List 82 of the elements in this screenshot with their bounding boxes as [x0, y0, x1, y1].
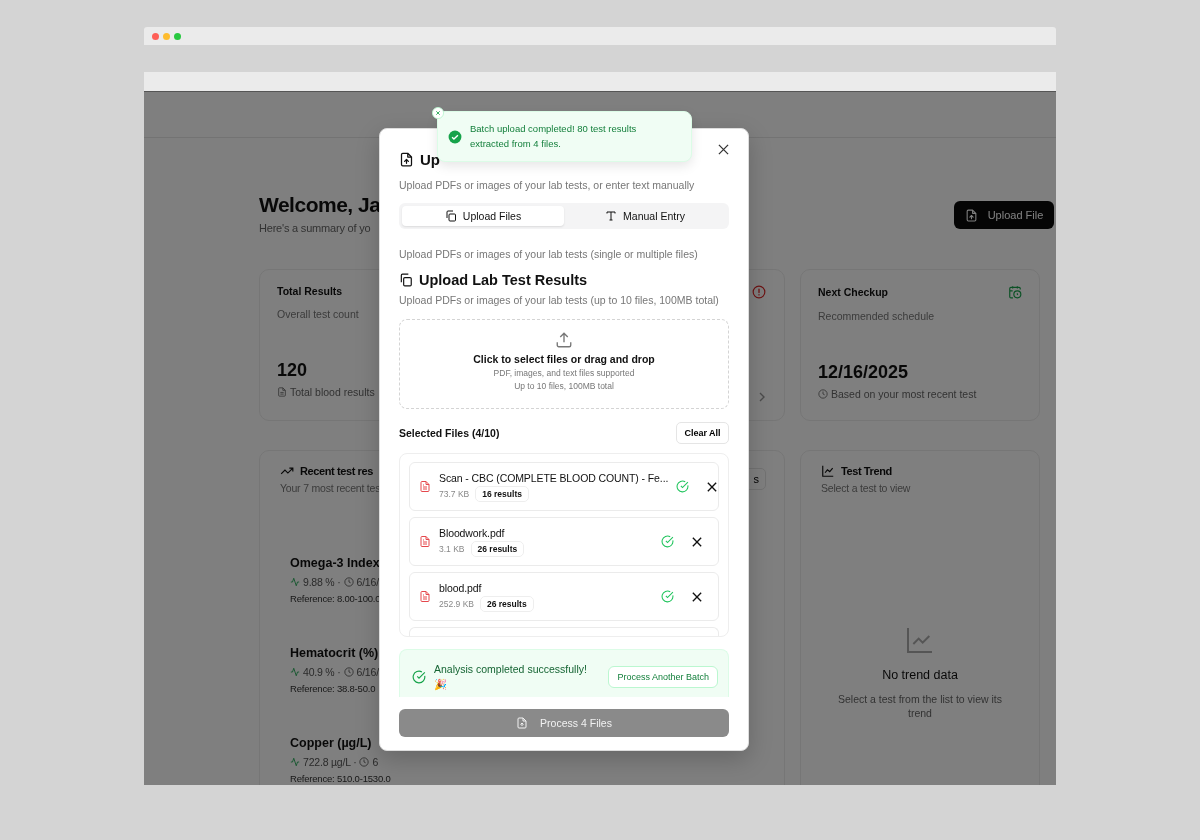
card-title: Next Checkup: [818, 286, 889, 298]
card-subtitle: Recommended schedule: [818, 310, 935, 322]
chevron-right-icon[interactable]: [758, 392, 766, 402]
pulse-icon: [290, 667, 300, 677]
clock-icon: [343, 577, 354, 587]
card-note: Total blood results: [290, 386, 375, 398]
pdf-file-icon: [419, 480, 431, 493]
file-size: 252.9 KB: [439, 598, 474, 609]
file-name: blood.pdf: [439, 581, 483, 594]
upload-icon: [555, 331, 573, 349]
document-icon: [277, 387, 287, 397]
dialog-title: Up: [420, 150, 440, 168]
check-circle-icon: [412, 669, 426, 684]
empty-state-title: No trend data: [882, 668, 958, 682]
results-count: 26 results: [470, 540, 525, 557]
pulse-icon: [290, 757, 300, 767]
card-value: 120: [277, 360, 308, 381]
results-count: 26 results: [480, 595, 534, 612]
close-icon[interactable]: [718, 143, 729, 155]
drop-zone-title: Click to select files or drag and drop: [473, 353, 655, 365]
file-size: 73.7 KB: [439, 488, 470, 499]
remove-icon[interactable]: [692, 591, 702, 602]
test-date: 6/16/: [356, 576, 379, 588]
drop-zone-hint: PDF, images, and text files supported: [493, 368, 635, 378]
copy-icon: [444, 210, 457, 222]
pdf-file-icon: [419, 535, 431, 548]
drop-zone-hint: Up to 10 files, 100MB total: [514, 381, 614, 391]
reference-range: Reference: 38.8-50.0: [290, 683, 376, 694]
tab[interactable]: Upload Files: [402, 206, 564, 226]
clock-icon: [343, 667, 354, 677]
file-drop-zone[interactable]: Click to select files or drag and drop PDF, images, and text files supported Up to 10 files, 100MB total: [399, 319, 729, 409]
calendar-clock-icon: [1008, 285, 1022, 299]
empty-state-text: Select a test from the list to view its trend: [837, 692, 1003, 721]
test-name: Hematocrit (%): [290, 646, 379, 660]
panel-title: Test Trend: [841, 465, 892, 477]
upload-file-button[interactable]: Upload File: [954, 201, 1054, 229]
celebration-emoji: 🎉: [434, 676, 448, 692]
results-count: 16 results: [475, 485, 529, 502]
file-name: Bloodwork.pdf: [439, 526, 506, 539]
success-message: Analysis completed successfully!: [434, 661, 588, 677]
line-chart-icon: [821, 464, 835, 478]
tab[interactable]: Manual Entry: [564, 206, 726, 226]
panel-title: Recent test res: [300, 465, 373, 477]
check-circle-icon: [448, 129, 462, 144]
panel-subtitle: Select a test to view: [821, 482, 911, 494]
test-date: 6/16/: [356, 666, 379, 678]
clock-icon: [818, 389, 828, 399]
toast-message: Batch upload completed! 80 test results extracted from 4 files.: [470, 122, 638, 151]
clear-all-button[interactable]: Clear All: [676, 422, 729, 444]
test-date: 6: [372, 756, 379, 768]
file-upload-icon: [516, 717, 529, 729]
card-value: 12/16/2025: [818, 362, 909, 383]
test-value: 722.8 µg/L ·: [303, 756, 357, 768]
test-value: 40.9 % ·: [303, 666, 341, 678]
card-subtitle: Overall test count: [277, 308, 359, 320]
test-value: 9.88 % ·: [303, 576, 341, 588]
file-upload-icon: [399, 151, 414, 167]
welcome-subtitle: Here's a summary of yo: [259, 222, 371, 234]
file-size: 3.1 KB: [439, 543, 465, 554]
tab-description: Upload PDFs or images of your lab tests (single or multiple files): [399, 248, 699, 260]
card-note: Based on your most recent test: [831, 388, 977, 400]
reference-range: Reference: 8.00-100.0: [290, 593, 381, 604]
file-name: Scan - CBC (COMPLETE BLOOD COUNT) - Fe...: [439, 471, 669, 484]
selected-files-label: Selected Files (4/10): [399, 427, 500, 439]
test-name: Omega-3 Index: [290, 556, 380, 570]
remove-icon[interactable]: [692, 536, 702, 547]
alert-icon: [752, 285, 766, 299]
pdf-file-icon: [419, 590, 431, 603]
card-title: Total Results: [277, 285, 343, 297]
clock-icon: [359, 757, 370, 767]
section-heading: Upload Lab Test Results: [419, 272, 588, 288]
reference-range: Reference: 510.0-1530.0: [290, 773, 391, 784]
section-description: Upload PDFs or images of your lab tests (up to 10 files, 100MB total): [399, 294, 720, 306]
close-window-icon[interactable]: [152, 32, 159, 40]
dialog-description: Upload PDFs or images of your lab tests, or enter text manually: [399, 179, 696, 191]
pulse-icon: [290, 577, 300, 587]
file-upload-icon: [964, 208, 978, 222]
process-another-batch-button[interactable]: Process Another Batch: [608, 665, 718, 688]
copy-icon: [399, 273, 413, 287]
remove-icon[interactable]: [707, 481, 718, 492]
text-icon: [605, 210, 618, 222]
test-name: Copper (µg/L): [290, 736, 372, 750]
